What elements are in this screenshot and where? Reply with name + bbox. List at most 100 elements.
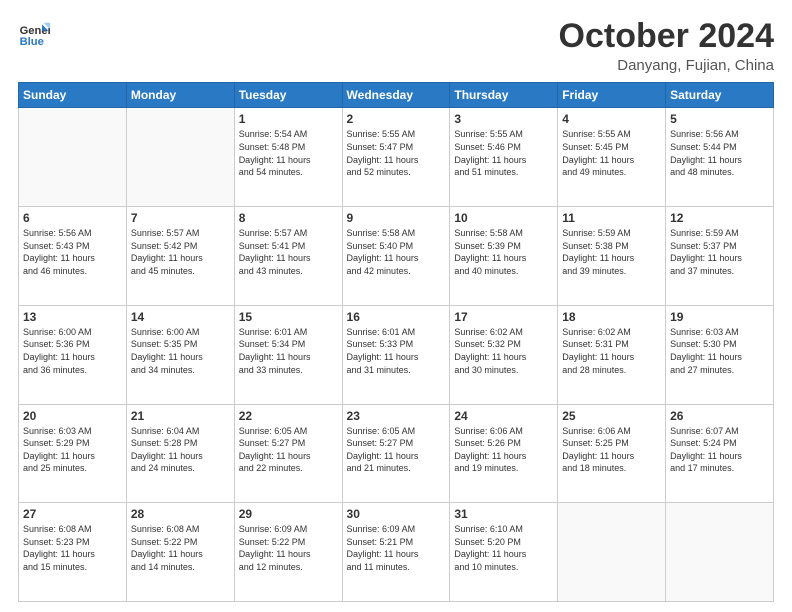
day-number: 13 bbox=[23, 310, 122, 324]
day-number: 7 bbox=[131, 211, 230, 225]
day-cell bbox=[126, 108, 234, 207]
header-thursday: Thursday bbox=[450, 83, 558, 108]
day-number: 21 bbox=[131, 409, 230, 423]
day-info: Sunrise: 5:58 AM Sunset: 5:39 PM Dayligh… bbox=[454, 227, 553, 277]
day-cell: 14 Sunrise: 6:00 AM Sunset: 5:35 PM Dayli… bbox=[126, 305, 234, 404]
day-number: 17 bbox=[454, 310, 553, 324]
header-tuesday: Tuesday bbox=[234, 83, 342, 108]
day-number: 27 bbox=[23, 507, 122, 521]
header: General Blue October 2024 Danyang, Fujia… bbox=[18, 18, 774, 74]
day-number: 18 bbox=[562, 310, 661, 324]
day-number: 2 bbox=[347, 112, 446, 126]
day-cell bbox=[19, 108, 127, 207]
day-number: 9 bbox=[347, 211, 446, 225]
day-cell: 21 Sunrise: 6:04 AM Sunset: 5:28 PM Dayli… bbox=[126, 404, 234, 503]
day-info: Sunrise: 6:03 AM Sunset: 5:30 PM Dayligh… bbox=[670, 326, 769, 376]
location: Danyang, Fujian, China bbox=[559, 57, 774, 74]
day-info: Sunrise: 6:02 AM Sunset: 5:32 PM Dayligh… bbox=[454, 326, 553, 376]
day-number: 25 bbox=[562, 409, 661, 423]
day-number: 22 bbox=[239, 409, 338, 423]
day-info: Sunrise: 5:55 AM Sunset: 5:45 PM Dayligh… bbox=[562, 128, 661, 178]
day-info: Sunrise: 6:05 AM Sunset: 5:27 PM Dayligh… bbox=[239, 425, 338, 475]
day-cell: 26 Sunrise: 6:07 AM Sunset: 5:24 PM Dayli… bbox=[666, 404, 774, 503]
day-number: 3 bbox=[454, 112, 553, 126]
header-saturday: Saturday bbox=[666, 83, 774, 108]
day-number: 8 bbox=[239, 211, 338, 225]
day-cell: 22 Sunrise: 6:05 AM Sunset: 5:27 PM Dayli… bbox=[234, 404, 342, 503]
day-number: 5 bbox=[670, 112, 769, 126]
header-friday: Friday bbox=[558, 83, 666, 108]
day-cell: 2 Sunrise: 5:55 AM Sunset: 5:47 PM Daylig… bbox=[342, 108, 450, 207]
day-info: Sunrise: 6:03 AM Sunset: 5:29 PM Dayligh… bbox=[23, 425, 122, 475]
day-cell: 15Sunrise: 6:01 AM Sunset: 5:34 PM Dayli… bbox=[234, 305, 342, 404]
day-cell: 10Sunrise: 5:58 AM Sunset: 5:39 PM Dayli… bbox=[450, 207, 558, 306]
day-cell: 7 Sunrise: 5:57 AM Sunset: 5:42 PM Daylig… bbox=[126, 207, 234, 306]
day-number: 19 bbox=[670, 310, 769, 324]
day-info: Sunrise: 6:00 AM Sunset: 5:35 PM Dayligh… bbox=[131, 326, 230, 376]
day-info: Sunrise: 6:07 AM Sunset: 5:24 PM Dayligh… bbox=[670, 425, 769, 475]
day-info: Sunrise: 5:56 AM Sunset: 5:44 PM Dayligh… bbox=[670, 128, 769, 178]
day-info: Sunrise: 6:09 AM Sunset: 5:21 PM Dayligh… bbox=[347, 523, 446, 573]
day-info: Sunrise: 6:05 AM Sunset: 5:27 PM Dayligh… bbox=[347, 425, 446, 475]
day-cell: 28Sunrise: 6:08 AM Sunset: 5:22 PM Dayli… bbox=[126, 503, 234, 602]
day-info: Sunrise: 6:06 AM Sunset: 5:25 PM Dayligh… bbox=[562, 425, 661, 475]
day-cell: 12 Sunrise: 5:59 AM Sunset: 5:37 PM Dayli… bbox=[666, 207, 774, 306]
day-info: Sunrise: 6:08 AM Sunset: 5:22 PM Dayligh… bbox=[131, 523, 230, 573]
day-number: 16 bbox=[347, 310, 446, 324]
month-title: October 2024 bbox=[559, 18, 774, 55]
day-number: 26 bbox=[670, 409, 769, 423]
day-cell: 19 Sunrise: 6:03 AM Sunset: 5:30 PM Dayli… bbox=[666, 305, 774, 404]
day-info: Sunrise: 6:08 AM Sunset: 5:23 PM Dayligh… bbox=[23, 523, 122, 573]
day-info: Sunrise: 6:00 AM Sunset: 5:36 PM Dayligh… bbox=[23, 326, 122, 376]
day-cell: 13 Sunrise: 6:00 AM Sunset: 5:36 PM Dayli… bbox=[19, 305, 127, 404]
day-number: 30 bbox=[347, 507, 446, 521]
day-cell: 1 Sunrise: 5:54 AM Sunset: 5:48 PM Daylig… bbox=[234, 108, 342, 207]
day-info: Sunrise: 5:59 AM Sunset: 5:37 PM Dayligh… bbox=[670, 227, 769, 277]
day-number: 31 bbox=[454, 507, 553, 521]
day-info: Sunrise: 5:57 AM Sunset: 5:42 PM Dayligh… bbox=[131, 227, 230, 277]
week-row-4: 27 Sunrise: 6:08 AM Sunset: 5:23 PM Dayli… bbox=[19, 503, 774, 602]
day-info: Sunrise: 6:06 AM Sunset: 5:26 PM Dayligh… bbox=[454, 425, 553, 475]
day-info: Sunrise: 5:59 AM Sunset: 5:38 PM Dayligh… bbox=[562, 227, 661, 277]
day-cell: 30 Sunrise: 6:09 AM Sunset: 5:21 PM Dayli… bbox=[342, 503, 450, 602]
day-info: Sunrise: 5:54 AM Sunset: 5:48 PM Dayligh… bbox=[239, 128, 338, 178]
day-info: Sunrise: 6:10 AM Sunset: 5:20 PM Dayligh… bbox=[454, 523, 553, 573]
day-number: 20 bbox=[23, 409, 122, 423]
day-number: 12 bbox=[670, 211, 769, 225]
day-info: Sunrise: 6:02 AM Sunset: 5:31 PM Dayligh… bbox=[562, 326, 661, 376]
day-cell: 3 Sunrise: 5:55 AM Sunset: 5:46 PM Daylig… bbox=[450, 108, 558, 207]
day-cell: 24 Sunrise: 6:06 AM Sunset: 5:26 PM Dayli… bbox=[450, 404, 558, 503]
day-info: Sunrise: 5:55 AM Sunset: 5:46 PM Dayligh… bbox=[454, 128, 553, 178]
day-cell: 16 Sunrise: 6:01 AM Sunset: 5:33 PM Dayli… bbox=[342, 305, 450, 404]
calendar-table: Sunday Monday Tuesday Wednesday Thursday… bbox=[18, 82, 774, 602]
day-info: Sunrise: 6:01 AM Sunset: 5:33 PM Dayligh… bbox=[347, 326, 446, 376]
day-info: Sunrise: 5:55 AM Sunset: 5:47 PM Dayligh… bbox=[347, 128, 446, 178]
svg-text:Blue: Blue bbox=[20, 36, 44, 48]
day-number: 23 bbox=[347, 409, 446, 423]
page: General Blue October 2024 Danyang, Fujia… bbox=[0, 0, 792, 612]
day-cell: 4 Sunrise: 5:55 AM Sunset: 5:45 PM Daylig… bbox=[558, 108, 666, 207]
day-cell: 5 Sunrise: 5:56 AM Sunset: 5:44 PM Daylig… bbox=[666, 108, 774, 207]
week-row-3: 20 Sunrise: 6:03 AM Sunset: 5:29 PM Dayli… bbox=[19, 404, 774, 503]
day-number: 4 bbox=[562, 112, 661, 126]
day-info: Sunrise: 5:56 AM Sunset: 5:43 PM Dayligh… bbox=[23, 227, 122, 277]
day-number: 15 bbox=[239, 310, 338, 324]
weekday-header-row: Sunday Monday Tuesday Wednesday Thursday… bbox=[19, 83, 774, 108]
day-info: Sunrise: 6:09 AM Sunset: 5:22 PM Dayligh… bbox=[239, 523, 338, 573]
day-cell: 23 Sunrise: 6:05 AM Sunset: 5:27 PM Dayli… bbox=[342, 404, 450, 503]
day-cell: 6Sunrise: 5:56 AM Sunset: 5:43 PM Daylig… bbox=[19, 207, 127, 306]
day-cell: 8 Sunrise: 5:57 AM Sunset: 5:41 PM Daylig… bbox=[234, 207, 342, 306]
logo: General Blue bbox=[18, 18, 50, 50]
day-number: 24 bbox=[454, 409, 553, 423]
day-number: 11 bbox=[562, 211, 661, 225]
day-number: 1 bbox=[239, 112, 338, 126]
day-cell: 31 Sunrise: 6:10 AM Sunset: 5:20 PM Dayli… bbox=[450, 503, 558, 602]
day-number: 14 bbox=[131, 310, 230, 324]
day-info: Sunrise: 6:04 AM Sunset: 5:28 PM Dayligh… bbox=[131, 425, 230, 475]
week-row-0: 1 Sunrise: 5:54 AM Sunset: 5:48 PM Daylig… bbox=[19, 108, 774, 207]
svg-text:General: General bbox=[20, 25, 50, 37]
day-info: Sunrise: 5:57 AM Sunset: 5:41 PM Dayligh… bbox=[239, 227, 338, 277]
logo-icon: General Blue bbox=[18, 18, 50, 50]
day-cell: 18 Sunrise: 6:02 AM Sunset: 5:31 PM Dayli… bbox=[558, 305, 666, 404]
day-cell: 9Sunrise: 5:58 AM Sunset: 5:40 PM Daylig… bbox=[342, 207, 450, 306]
